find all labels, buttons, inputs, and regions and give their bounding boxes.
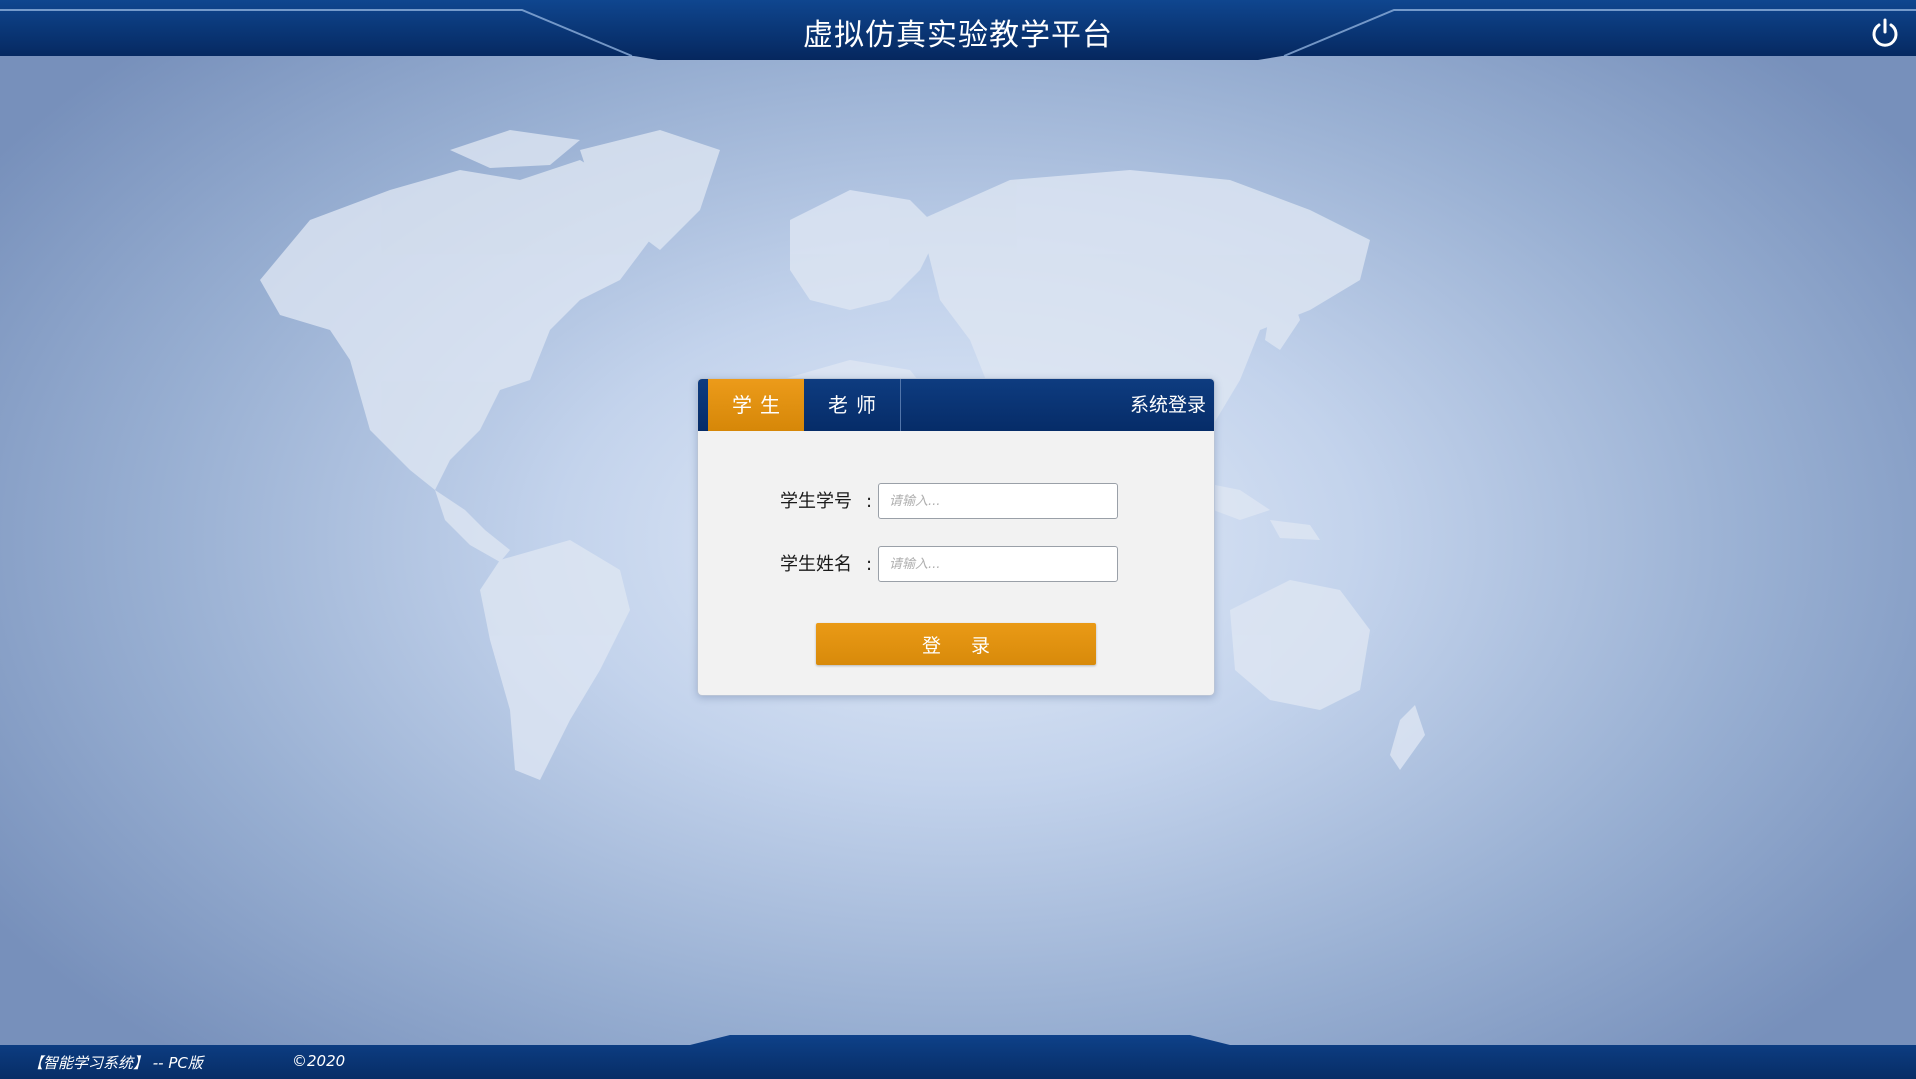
power-icon[interactable] (1868, 16, 1902, 50)
footer-frame (0, 1035, 1916, 1079)
footer-copyright: ©2020 (292, 1052, 346, 1070)
student-name-input[interactable] (878, 546, 1118, 582)
login-panel-title: 系统登录 (1129, 394, 1206, 416)
student-name-label: 学生姓名 (780, 554, 852, 575)
tab-teacher[interactable]: 老师 (804, 379, 901, 431)
student-name-row: 学生姓名 : (698, 546, 1214, 584)
login-panel: 学生 老师 系统登录 学生学号 : 学生姓名 : 登录 (697, 378, 1215, 696)
student-id-label: 学生学号 (780, 491, 852, 512)
footer-bar (0, 1035, 1916, 1079)
tab-student[interactable]: 学生 (708, 379, 804, 431)
student-id-colon: : (866, 491, 873, 512)
footer-system-name: 【智能学习系统】 -- PC版 (28, 1054, 203, 1072)
header-bar: 虚拟仿真实验教学平台 (0, 0, 1916, 62)
student-id-row: 学生学号 : (698, 483, 1214, 521)
page-title: 虚拟仿真实验教学平台 (803, 18, 1113, 53)
student-name-colon: : (866, 554, 873, 575)
login-button[interactable]: 登录 (816, 623, 1096, 665)
student-id-input[interactable] (878, 483, 1118, 519)
login-panel-header: 学生 老师 系统登录 (698, 379, 1214, 431)
